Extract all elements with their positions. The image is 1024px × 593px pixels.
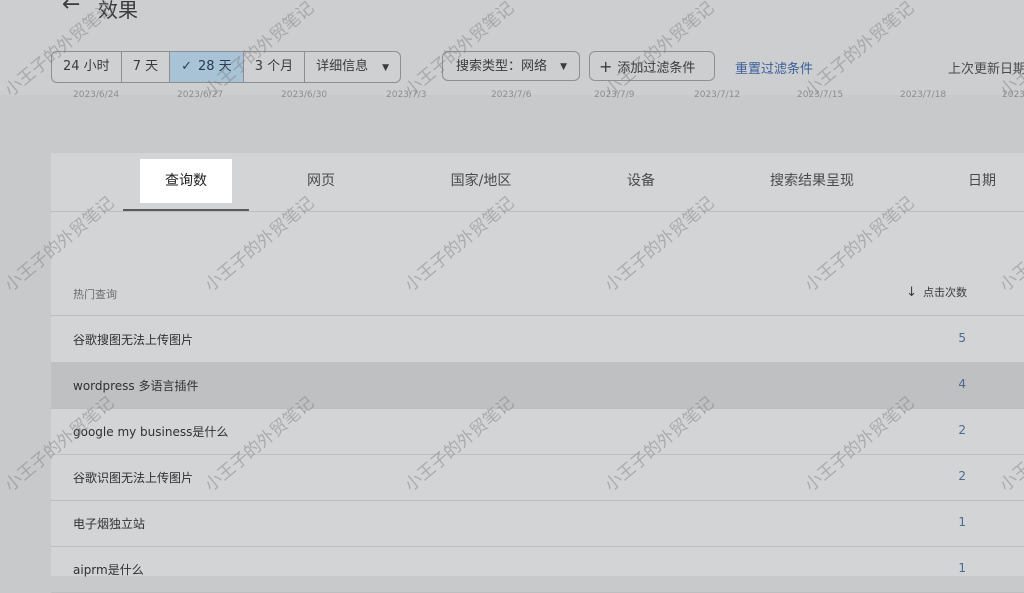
search-type-dropdown[interactable]: 搜索类型：网络 ▼	[442, 51, 580, 81]
axis-date: 2023/7/9	[594, 90, 635, 100]
tab-devices[interactable]: 设备	[591, 153, 691, 211]
dropdown-arrow-icon: ▼	[382, 63, 390, 73]
range-28d-label: 28 天	[198, 59, 232, 74]
axis-date: 2023/7/18	[900, 90, 947, 100]
header-bar: ← 效果 24 小时 7 天 ✓ 28 天 3 个月 详细信息 ▼ 搜索类型：网络 …	[0, 0, 1024, 95]
tab-pages[interactable]: 网页	[271, 153, 371, 211]
details-label: 详细信息	[316, 59, 369, 74]
last-updated-text: 上次更新日期	[948, 62, 1024, 77]
axis-date: 2023/7/15	[797, 90, 844, 100]
tab-queries-label: 查询数	[140, 159, 232, 203]
reset-filter-link[interactable]: 重置过滤条件	[735, 58, 813, 77]
row-clicks: 5	[958, 331, 966, 345]
active-tab-indicator	[123, 209, 249, 211]
add-filter-button[interactable]: + 添加过滤条件	[589, 51, 715, 81]
row-query: google my business是什么	[73, 425, 229, 439]
axis-date: 2023/6/30	[281, 90, 328, 100]
dropdown-arrow-icon: ▼	[560, 62, 567, 72]
chart-axis-dates: 2023/6/24 2023/6/27 2023/6/30 2023/7/3 2…	[0, 90, 1024, 104]
table-header: 热门查询 ↓ 点击次数	[51, 271, 1024, 316]
column-header-queries: 热门查询	[73, 288, 117, 301]
row-clicks: 2	[958, 469, 966, 483]
axis-date: 2023/6/24	[73, 90, 120, 100]
axis-date: 2023/6/27	[177, 90, 224, 100]
range-3m-button[interactable]: 3 个月	[244, 52, 306, 82]
table-row[interactable]: wordpress 多语言插件 4	[51, 362, 1024, 409]
report-card: 查询数 网页 国家/地区 设备 搜索结果呈现 日期 热门查询 ↓ 点击次数 谷歌搜…	[51, 153, 1024, 593]
table-row[interactable]: 电子烟独立站 1	[51, 500, 1024, 547]
range-28d-button[interactable]: ✓ 28 天	[170, 52, 244, 82]
table-row[interactable]: aiprm是什么 1	[51, 546, 1024, 593]
plus-icon: +	[599, 57, 613, 76]
axis-date: 2023/7/21	[1002, 90, 1024, 100]
add-filter-label: 添加过滤条件	[617, 61, 696, 76]
sort-down-arrow-icon: ↓	[906, 285, 917, 300]
tab-queries[interactable]: 查询数	[123, 153, 249, 211]
tab-dates[interactable]: 日期	[947, 153, 1017, 211]
search-type-label: 搜索类型：网络	[456, 59, 548, 74]
date-range-group: 24 小时 7 天 ✓ 28 天 3 个月 详细信息 ▼	[51, 51, 402, 83]
axis-date: 2023/7/6	[491, 90, 532, 100]
row-query: 谷歌识图无法上传图片	[73, 471, 194, 485]
tab-search-appearance[interactable]: 搜索结果呈现	[751, 153, 873, 211]
row-query: wordpress 多语言插件	[73, 379, 199, 393]
column-header-clicks-label: 点击次数	[923, 286, 967, 299]
axis-date: 2023/7/12	[694, 90, 741, 100]
row-clicks: 4	[958, 377, 966, 391]
range-7d-button[interactable]: 7 天	[122, 52, 171, 82]
back-arrow-icon[interactable]: ←	[62, 0, 80, 17]
details-dropdown[interactable]: 详细信息 ▼	[305, 52, 400, 82]
row-clicks: 2	[958, 423, 966, 437]
page-title: 效果	[98, 0, 138, 22]
check-icon: ✓	[181, 59, 192, 74]
table-row[interactable]: 谷歌搜图无法上传图片 5	[51, 316, 1024, 363]
row-query: aiprm是什么	[73, 563, 144, 577]
row-query: 电子烟独立站	[73, 517, 146, 531]
tab-countries[interactable]: 国家/地区	[431, 153, 531, 211]
tab-bar: 查询数 网页 国家/地区 设备 搜索结果呈现 日期	[51, 153, 1024, 212]
row-clicks: 1	[958, 515, 966, 529]
range-24h-button[interactable]: 24 小时	[52, 52, 122, 82]
row-clicks: 1	[958, 561, 966, 575]
row-query: 谷歌搜图无法上传图片	[73, 333, 194, 347]
table-row[interactable]: 谷歌识图无法上传图片 2	[51, 454, 1024, 501]
table-row[interactable]: google my business是什么 2	[51, 408, 1024, 455]
column-header-clicks[interactable]: ↓ 点击次数	[906, 284, 967, 300]
axis-date: 2023/7/3	[386, 90, 427, 100]
